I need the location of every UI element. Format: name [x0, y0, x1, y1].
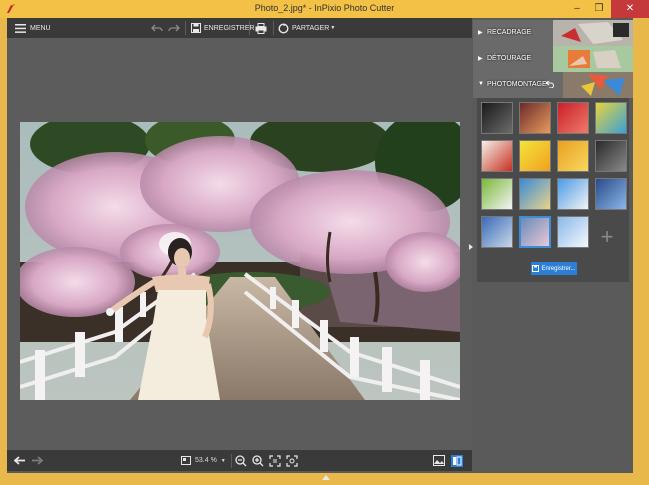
title-bar: Photo_2.jpg* - InPixio Photo Cutter – ❐ …: [0, 0, 649, 18]
zoom-out-icon: [235, 454, 247, 466]
bottom-panel-handle[interactable]: [321, 467, 331, 480]
chevron-down-icon: ▼: [478, 81, 484, 87]
dropdown-caret-icon: ▼: [220, 457, 226, 464]
split-view-button[interactable]: [451, 450, 463, 471]
right-side-panel: ▶ RECADRAGE ▶ DÉTOURAGE ▼ PHOTOMONTAGE +…: [473, 18, 633, 473]
chevron-up-icon: [322, 475, 330, 480]
redo-icon: [168, 24, 180, 31]
back-button[interactable]: [14, 450, 26, 471]
zoom-out-button[interactable]: [235, 450, 247, 471]
bottom-status-bar: 53.4 % ▼: [7, 450, 472, 471]
zoom-dropdown[interactable]: 53.4 % ▼: [181, 450, 226, 471]
zoom-in-icon: [252, 454, 264, 466]
status-separator: [231, 454, 232, 468]
toolbar-separator: [249, 21, 250, 35]
printer-icon: [255, 22, 267, 34]
print-button[interactable]: [255, 18, 267, 38]
actual-size-button[interactable]: [269, 450, 281, 471]
toolbar-separator: [185, 21, 186, 35]
floppy-icon: [191, 23, 201, 33]
thumbnail-dark-bokeh[interactable]: [481, 102, 513, 134]
arrow-right-icon: [32, 456, 43, 465]
save-toolbar-button[interactable]: ENREGISTRER: [191, 18, 255, 38]
app-window: Photo_2.jpg* - InPixio Photo Cutter – ❐ …: [0, 0, 649, 482]
section-label: PHOTOMONTAGE: [487, 81, 547, 88]
split-view-icon: [451, 454, 463, 467]
minimize-button[interactable]: –: [566, 0, 588, 18]
thumbnail-dark-sparkle[interactable]: [595, 140, 627, 172]
menu-label: MENU: [30, 24, 51, 32]
photomontage-grid: + Enregistrer...: [477, 98, 629, 282]
chevron-right-icon: ▶: [478, 56, 483, 62]
thumbnail-beach-sky[interactable]: [519, 178, 551, 210]
forward-button[interactable]: [31, 450, 43, 471]
section-label: DÉTOURAGE: [487, 55, 532, 62]
thumbnail-red-flowers[interactable]: [481, 140, 513, 172]
share-label: PARTAGER: [292, 24, 330, 32]
section-photomontage[interactable]: ▼ PHOTOMONTAGE: [473, 72, 633, 98]
toolbar-separator: [273, 21, 274, 35]
section-recadrage[interactable]: ▶ RECADRAGE: [473, 20, 633, 46]
thumbnail-cow-field[interactable]: [481, 178, 513, 210]
fit-to-screen-button[interactable]: [286, 450, 298, 471]
thumbnail-golden-bokeh[interactable]: [557, 140, 589, 172]
edited-photo[interactable]: [20, 122, 460, 400]
floppy-icon: [532, 265, 540, 272]
image-icon: [433, 455, 445, 466]
thumbnail-comic-bubbles[interactable]: [595, 102, 627, 134]
thumbnail-city-skyline[interactable]: [595, 178, 627, 210]
thumbnail-snow-mountain[interactable]: [557, 216, 589, 248]
section-label: RECADRAGE: [487, 29, 532, 36]
add-background-button[interactable]: +: [591, 222, 623, 254]
hamburger-icon: [15, 23, 26, 33]
undo-icon: [151, 24, 163, 31]
maximize-button[interactable]: ❐: [588, 0, 610, 18]
save-button-label: Enregistrer...: [541, 265, 576, 272]
actual-size-icon: [269, 454, 281, 467]
zoom-value: 53.4 %: [195, 457, 217, 464]
share-button[interactable]: PARTAGER ▼: [278, 18, 335, 38]
share-icon: [278, 22, 289, 34]
editing-canvas[interactable]: [7, 38, 472, 450]
thumbnail-red-hearts[interactable]: [557, 102, 589, 134]
reset-icon[interactable]: [546, 81, 554, 88]
thumbnail-snowman[interactable]: [557, 178, 589, 210]
thumbnail-sunset-lights[interactable]: [519, 102, 551, 134]
redo-button[interactable]: [168, 18, 180, 38]
fit-screen-icon: [286, 454, 298, 467]
top-toolbar: MENU ENREGISTRER PARTAGER ▼: [7, 18, 472, 38]
menu-button[interactable]: MENU: [15, 18, 51, 38]
app-client: MENU ENREGISTRER PARTAGER ▼ 53.4 % ▼ ▶ R…: [7, 18, 633, 480]
image-size-icon: [181, 456, 191, 465]
zoom-in-button[interactable]: [252, 450, 264, 471]
undo-button[interactable]: [151, 18, 163, 38]
window-title: Photo_2.jpg* - InPixio Photo Cutter: [254, 3, 395, 13]
save-button[interactable]: Enregistrer...: [531, 262, 577, 275]
arrow-left-icon: [14, 456, 25, 465]
chevron-right-icon: ▶: [478, 30, 483, 36]
thumbnail-yellow-burst[interactable]: [519, 140, 551, 172]
save-toolbar-label: ENREGISTRER: [204, 24, 255, 32]
close-button[interactable]: ✕: [611, 0, 649, 18]
dropdown-caret-icon: ▼: [330, 25, 336, 31]
thumbnail-bridge-scene[interactable]: [519, 216, 551, 248]
thumbnail-harbor-boat[interactable]: [481, 216, 513, 248]
section-detourage[interactable]: ▶ DÉTOURAGE: [473, 46, 633, 72]
view-original-button[interactable]: [433, 450, 445, 471]
